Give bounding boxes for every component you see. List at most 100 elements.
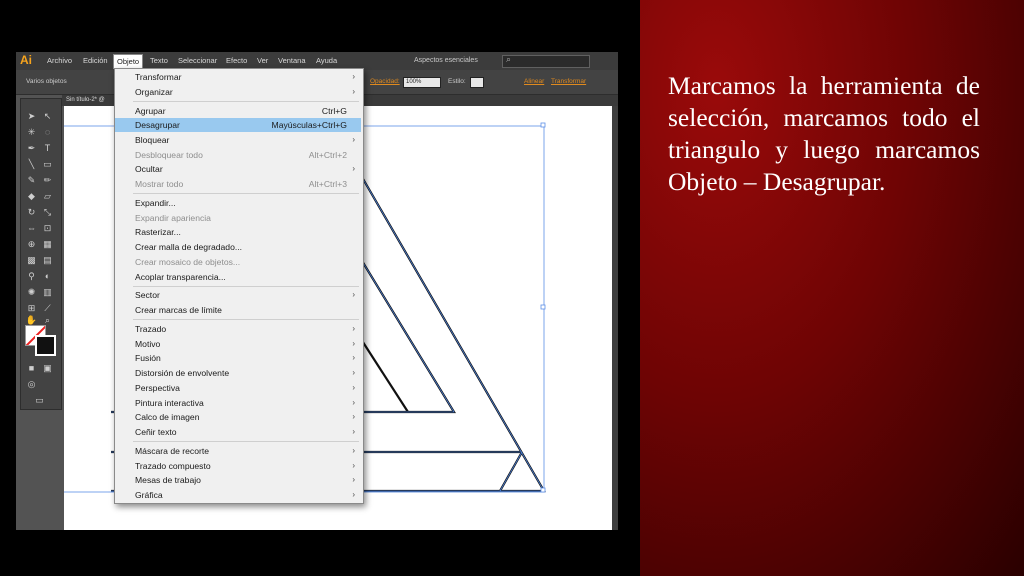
menu-item-rasterizar[interactable]: Rasterizar... [115, 225, 361, 239]
menu-item-label: Pintura interactiva [135, 397, 204, 408]
menu-item-expandir[interactable]: Expandir... [115, 196, 361, 210]
vertical-scrollbar[interactable] [612, 106, 618, 530]
menu-ayuda[interactable]: Ayuda [313, 54, 340, 68]
slice-tool-icon[interactable]: ⟋ [41, 303, 54, 314]
symbol-sprayer-icon[interactable]: ✺ [25, 287, 38, 298]
scale-icon[interactable]: ⤡ [41, 207, 54, 218]
style-label: Estilo: [448, 78, 466, 85]
opacity-label[interactable]: Opacidad: [370, 76, 400, 88]
menu-archivo[interactable]: Archivo [44, 54, 75, 68]
bbox-handle-top-right[interactable] [540, 122, 546, 128]
selection-tool-icon[interactable]: ➤ [25, 111, 38, 122]
search-icon: ⌕ [506, 54, 512, 64]
menu-item-label: Perspectiva [135, 382, 180, 393]
menu-item-motivo[interactable]: Motivo › [115, 337, 361, 351]
menu-texto[interactable]: Texto [147, 54, 171, 68]
artboard-tool-icon[interactable]: ⊞ [25, 303, 38, 314]
submenu-arrow-icon: › [352, 445, 355, 455]
menu-item-calco-de-imagen[interactable]: Calco de imagen › [115, 410, 361, 424]
mesh-tool-icon[interactable]: ▩ [25, 255, 38, 266]
align-link[interactable]: Alinear [524, 76, 544, 88]
menu-item-trazado[interactable]: Trazado › [115, 322, 361, 336]
menu-item-label: Expandir... [135, 198, 176, 208]
submenu-arrow-icon: › [352, 164, 355, 174]
pencil-icon[interactable]: ✏ [41, 175, 54, 186]
menu-item-shortcut: Alt+Ctrl+2 [308, 149, 347, 160]
menu-item-crear-marcas-de-límite[interactable]: Crear marcas de límite [115, 303, 361, 317]
menu-item-trazado-compuesto[interactable]: Trazado compuesto › [115, 459, 361, 473]
opacity-field[interactable]: 100% [403, 77, 441, 88]
submenu-arrow-icon: › [352, 382, 355, 392]
submenu-arrow-icon: › [352, 135, 355, 144]
blend-tool-icon[interactable]: ◐ [41, 271, 54, 282]
magic-wand-icon[interactable]: ✳ [25, 127, 38, 138]
submenu-arrow-icon: › [352, 290, 355, 300]
width-tool-icon[interactable]: ⇔ [25, 223, 38, 234]
menu-item-perspectiva[interactable]: Perspectiva › [115, 381, 361, 395]
menu-item-label: Mesas de trabajo [135, 475, 201, 486]
menu-item-label: Fusión [135, 353, 161, 364]
menu-item-label: Crear malla de degradado... [135, 242, 243, 253]
menu-item-ocultar[interactable]: Ocultar › [115, 162, 361, 176]
menu-item-mesas-de-trabajo[interactable]: Mesas de trabajo › [115, 473, 361, 487]
menu-edicion[interactable]: Edición [80, 54, 111, 68]
type-tool-icon[interactable]: T [41, 143, 54, 154]
color-mode-icon[interactable]: ■ [25, 363, 38, 374]
menu-item-shortcut: Mayúsculas+Ctrl+G [271, 120, 347, 131]
stroke-swatch[interactable] [35, 335, 56, 356]
submenu-arrow-icon: › [352, 86, 355, 96]
eyedropper-icon[interactable]: ⚲ [25, 271, 38, 282]
bbox-handle-bottom-right[interactable] [540, 487, 546, 493]
direct-selection-icon[interactable]: ↖ [41, 111, 54, 122]
menu-item-desagrupar[interactable]: Desagrupar Mayúsculas+Ctrl+G [115, 118, 361, 133]
menu-item-bloquear[interactable]: Bloquear › [115, 133, 361, 147]
menu-item-agrupar[interactable]: Agrupar Ctrl+G [115, 104, 361, 118]
draw-mode-icon[interactable]: ◎ [25, 379, 38, 390]
transform-link[interactable]: Transformar [551, 76, 586, 88]
menu-item-ceñir-texto[interactable]: Ceñir texto › [115, 425, 361, 439]
menu-ventana[interactable]: Ventana [275, 54, 309, 68]
style-swatch[interactable] [470, 77, 484, 88]
graph-tool-icon[interactable]: ▥ [41, 287, 54, 298]
shape-builder-icon[interactable]: ⊕ [25, 239, 38, 250]
menu-item-label: Mostrar todo [135, 179, 184, 190]
menu-efecto[interactable]: Efecto [223, 54, 250, 68]
app-logo: Ai [20, 53, 32, 67]
menu-item-fusión[interactable]: Fusión › [115, 351, 361, 365]
rotate-icon[interactable]: ↻ [25, 207, 38, 218]
menu-ver[interactable]: Ver [254, 54, 271, 68]
menu-objeto[interactable]: Objeto [113, 54, 144, 69]
gradient-mode-icon[interactable]: ▣ [41, 363, 54, 374]
document-tab[interactable]: Sin título-2* @ [66, 95, 105, 106]
menu-item-organizar[interactable]: Organizar › [115, 85, 361, 99]
paintbrush-icon[interactable]: ✎ [25, 175, 38, 186]
blob-brush-icon[interactable]: ◆ [25, 191, 38, 202]
bbox-handle-mid-right[interactable] [540, 304, 546, 310]
help-search-input[interactable]: ⌕ [502, 54, 590, 68]
menu-item-acoplar-transparencia[interactable]: Acoplar transparencia... [115, 270, 361, 284]
menu-item-máscara-de-recorte[interactable]: Máscara de recorte › [115, 444, 361, 458]
lasso-icon[interactable]: ◌ [41, 127, 54, 138]
menu-item-crear-malla-de-degradado[interactable]: Crear malla de degradado... [115, 240, 361, 254]
menu-item-transformar[interactable]: Transformar › [115, 70, 361, 84]
perspective-grid-icon[interactable]: ▦ [41, 239, 54, 250]
menu-item-sector[interactable]: Sector › [115, 288, 361, 302]
pen-tool-icon[interactable]: ✒ [25, 143, 38, 154]
menu-item-label: Trazado compuesto [135, 460, 211, 471]
line-tool-icon[interactable]: ╲ [25, 159, 38, 170]
eraser-icon[interactable]: ▱ [41, 191, 54, 202]
rectangle-tool-icon[interactable]: ▭ [41, 159, 54, 170]
menu-item-gráfica[interactable]: Gráfica › [115, 488, 361, 502]
menu-seleccionar[interactable]: Seleccionar [175, 54, 220, 68]
gradient-tool-icon[interactable]: ▤ [41, 255, 54, 266]
menu-item-distorsión-de-envolvente[interactable]: Distorsión de envolvente › [115, 366, 361, 380]
workspace-switcher[interactable]: Aspectos esenciales [414, 54, 478, 68]
triangle-inner-edge[interactable] [358, 335, 409, 413]
menu-item-label: Bloquear [135, 135, 170, 145]
menu-item-expandir-apariencia: Expandir apariencia [115, 211, 361, 225]
free-transform-icon[interactable]: ⊡ [41, 223, 54, 234]
menu-item-pintura-interactiva[interactable]: Pintura interactiva › [115, 396, 361, 410]
menu-item-label: Desagrupar [135, 120, 180, 131]
screen-mode-icon[interactable]: ▭ [33, 395, 46, 406]
menu-item-label: Crear marcas de límite [135, 305, 222, 316]
